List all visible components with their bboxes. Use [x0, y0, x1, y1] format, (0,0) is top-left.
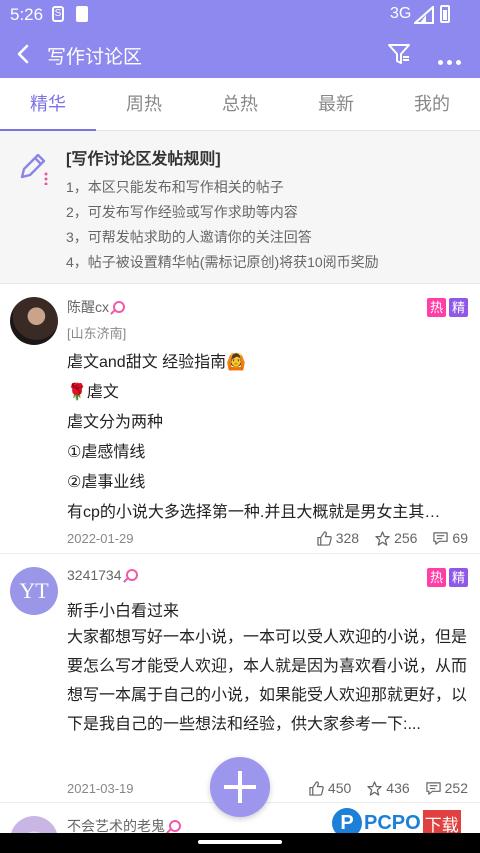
star-count: 436 [386, 780, 410, 796]
filter-icon[interactable] [387, 42, 411, 66]
rule-item: 3，可帮发帖求助的人邀请你的关注回答 [66, 229, 312, 245]
rules-title: [写作讨论区发帖规则] [66, 151, 221, 168]
star-icon [367, 780, 382, 796]
more-options-icon[interactable] [438, 52, 466, 65]
signal-icon [414, 6, 434, 24]
tab-mine[interactable]: 我的 [384, 78, 480, 130]
comment-button[interactable]: 69 [433, 530, 468, 546]
post-author[interactable]: 3241734 [67, 567, 138, 583]
comment-icon [433, 531, 449, 545]
thumbs-up-icon [317, 530, 332, 546]
hot-badge: 热 [427, 298, 446, 317]
network-type: 3G [390, 5, 412, 22]
star-icon [375, 530, 390, 546]
system-nav-bar [0, 833, 480, 853]
post-badges: 热 精 [427, 298, 468, 317]
favorite-button[interactable]: 256 [375, 530, 417, 546]
like-count: 328 [335, 530, 360, 546]
essence-badge: 精 [449, 298, 468, 317]
hot-badge: 热 [427, 568, 446, 587]
posting-rules-card[interactable]: [写作讨论区发帖规则] 1，本区只能发布和写作相关的帖子 2，可发布写作经验或写… [0, 131, 480, 284]
comment-button[interactable]: 252 [425, 780, 468, 796]
tab-latest[interactable]: 最新 [288, 78, 384, 130]
post-stats: 328 256 69 [301, 530, 468, 546]
page-title: 写作讨论区 [47, 47, 143, 68]
watermark-text: PCPO [364, 811, 421, 834]
post-line: 有cp的小说大多选择第一种.并且大概就是男女主其… [67, 504, 441, 521]
avatar[interactable]: YT [10, 567, 58, 615]
like-count: 450 [327, 780, 352, 796]
new-post-button[interactable] [210, 757, 270, 817]
post-body: 大家都想写好一本小说，一本可以受人欢迎的小说，但是要怎么写才能受人欢迎，本人就是… [67, 629, 468, 733]
status-time: 5:26 [10, 5, 44, 24]
pen-icon [20, 153, 48, 185]
essence-badge: 精 [449, 568, 468, 587]
tab-featured[interactable]: 精华 [0, 78, 96, 131]
post-title: 新手小白看过来 [67, 603, 180, 620]
sd-card-icon [76, 6, 88, 22]
post-location: [山东济南] [67, 326, 127, 341]
thumbs-up-icon [309, 780, 324, 796]
female-icon [169, 820, 181, 832]
home-gesture-handle[interactable] [198, 840, 282, 844]
post-badges: 热 精 [427, 568, 468, 587]
post-date: 2021-03-19 [67, 781, 134, 796]
post-author[interactable]: 陈醒cx [67, 297, 125, 317]
female-icon [113, 301, 125, 313]
like-button[interactable]: 328 [317, 530, 359, 546]
female-icon [125, 569, 138, 581]
battery-icon [440, 5, 450, 23]
post-author[interactable]: 不会艺术的老鬼 [67, 816, 181, 833]
post-line: 虐文and甜文 经验指南🙆 [67, 354, 247, 371]
tab-weekly-hot[interactable]: 周热 [96, 78, 192, 130]
status-bar: 5:26 S 3G [0, 0, 480, 30]
avatar[interactable] [10, 816, 58, 833]
post-date: 2022-01-29 [67, 531, 134, 546]
comment-icon [425, 781, 441, 795]
comment-count: 69 [452, 530, 468, 546]
favorite-button[interactable]: 436 [367, 780, 410, 796]
star-count: 256 [394, 530, 418, 546]
like-button[interactable]: 450 [309, 780, 351, 796]
comment-count: 252 [444, 780, 468, 796]
post-line: 虐文分为两种 [67, 414, 164, 431]
post-card[interactable]: 陈醒cx [山东济南] 热 精 虐文and甜文 经验指南🙆 🌹虐文 虐文分为两种… [0, 285, 480, 554]
post-line: 🌹虐文 [67, 384, 119, 401]
app-header: 写作讨论区 [0, 30, 480, 78]
tab-bar: 精华 周热 总热 最新 我的 [0, 78, 480, 131]
post-line: ②虐事业线 [67, 474, 146, 491]
post-stats: 450 436 252 [293, 780, 468, 796]
tab-all-time-hot[interactable]: 总热 [192, 78, 288, 130]
back-icon[interactable] [12, 42, 36, 66]
app-notification-icon: S [52, 6, 64, 22]
avatar[interactable] [10, 297, 58, 345]
rule-item: 4，帖子被设置精华帖(需标记原创)将获10阅币奖励 [66, 254, 379, 270]
rule-item: 2，可发布写作经验或写作求助等内容 [66, 204, 298, 220]
rule-item: 1，本区只能发布和写作相关的帖子 [66, 179, 284, 195]
post-line: ①虐感情线 [67, 444, 146, 461]
